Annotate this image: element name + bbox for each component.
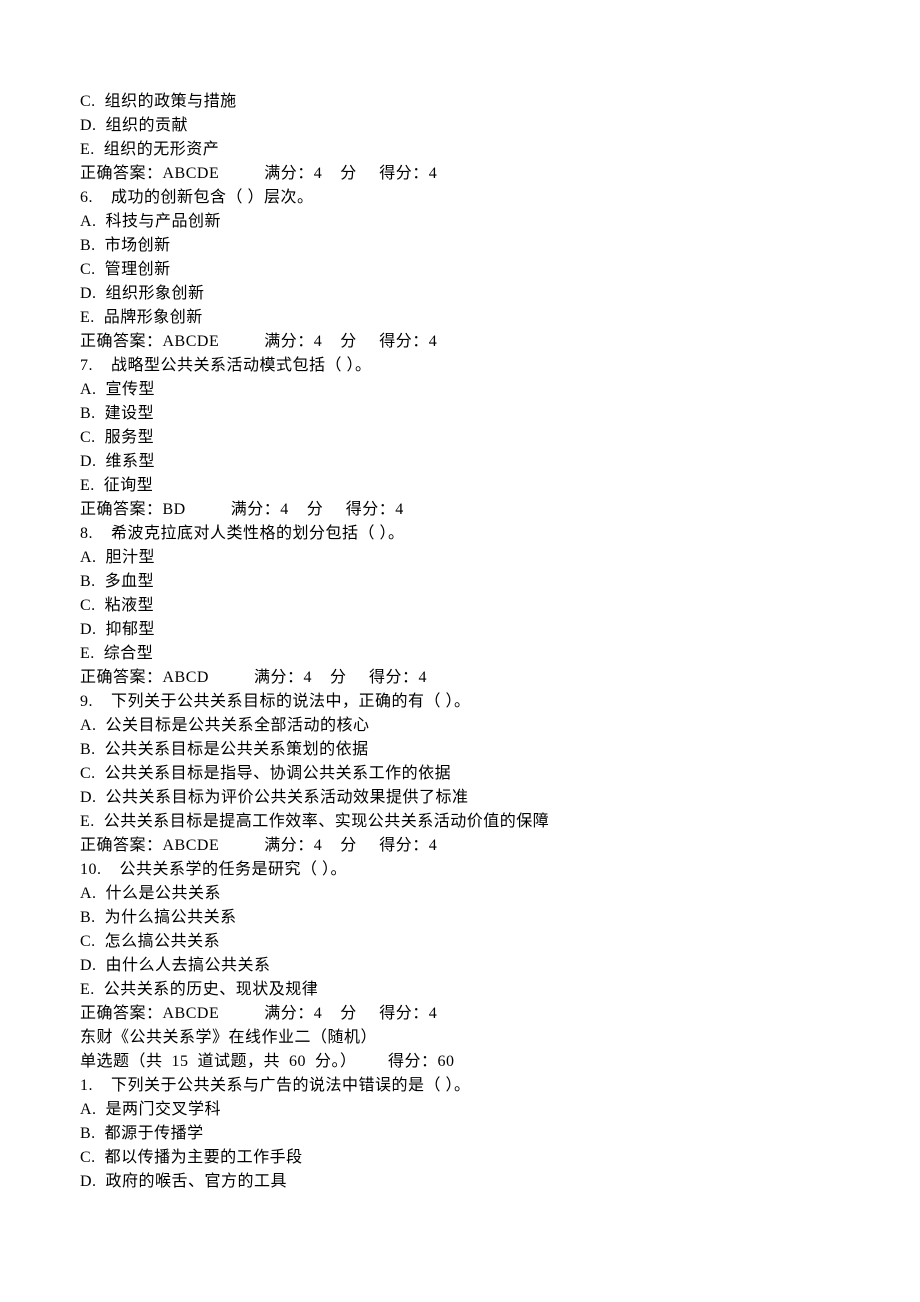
answer-line: 正确答案：ABCD 满分：4 分 得分：4	[80, 666, 840, 690]
text-line: E. 综合型	[80, 642, 840, 666]
question-line: 6. 成功的创新包含（ ）层次。	[80, 186, 840, 210]
text-line: A. 宣传型	[80, 378, 840, 402]
answer-line: 正确答案：ABCDE 满分：4 分 得分：4	[80, 162, 840, 186]
text-line: A. 科技与产品创新	[80, 210, 840, 234]
question-line: 8. 希波克拉底对人类性格的划分包括（ ）。	[80, 522, 840, 546]
text-line: D. 抑郁型	[80, 618, 840, 642]
question-line: 7. 战略型公共关系活动模式包括（ ）。	[80, 354, 840, 378]
text-line: E. 公共关系的历史、现状及规律	[80, 978, 840, 1002]
question-line: 9. 下列关于公共关系目标的说法中，正确的有（ ）。	[80, 690, 840, 714]
text-line: C. 服务型	[80, 426, 840, 450]
section-info: 单选题（共 15 道试题，共 60 分。） 得分：60	[80, 1050, 840, 1074]
text-line: E. 公共关系目标是提高工作效率、实现公共关系活动价值的保障	[80, 810, 840, 834]
text-line: B. 市场创新	[80, 234, 840, 258]
text-line: E. 征询型	[80, 474, 840, 498]
text-line: B. 为什么搞公共关系	[80, 906, 840, 930]
text-line: C. 粘液型	[80, 594, 840, 618]
text-line: B. 公共关系目标是公共关系策划的依据	[80, 738, 840, 762]
text-line: C. 怎么搞公共关系	[80, 930, 840, 954]
text-line: C. 组织的政策与措施	[80, 90, 840, 114]
text-line: A. 是两门交叉学科	[80, 1098, 840, 1122]
question-line: 1. 下列关于公共关系与广告的说法中错误的是（ ）。	[80, 1074, 840, 1098]
text-line: C. 都以传播为主要的工作手段	[80, 1146, 840, 1170]
section-title: 东财《公共关系学》在线作业二（随机）	[80, 1026, 840, 1050]
text-line: C. 公共关系目标是指导、协调公共关系工作的依据	[80, 762, 840, 786]
question-line: 10. 公共关系学的任务是研究（ ）。	[80, 858, 840, 882]
text-line: B. 建设型	[80, 402, 840, 426]
text-line: D. 组织的贡献	[80, 114, 840, 138]
text-line: D. 组织形象创新	[80, 282, 840, 306]
text-line: A. 胆汁型	[80, 546, 840, 570]
answer-line: 正确答案：ABCDE 满分：4 分 得分：4	[80, 330, 840, 354]
answer-line: 正确答案：BD 满分：4 分 得分：4	[80, 498, 840, 522]
answer-line: 正确答案：ABCDE 满分：4 分 得分：4	[80, 834, 840, 858]
text-line: D. 政府的喉舌、官方的工具	[80, 1170, 840, 1194]
text-line: A. 什么是公共关系	[80, 882, 840, 906]
text-line: D. 由什么人去搞公共关系	[80, 954, 840, 978]
text-line: E. 品牌形象创新	[80, 306, 840, 330]
text-line: C. 管理创新	[80, 258, 840, 282]
text-line: D. 公共关系目标为评价公共关系活动效果提供了标准	[80, 786, 840, 810]
text-line: B. 都源于传播学	[80, 1122, 840, 1146]
text-line: D. 维系型	[80, 450, 840, 474]
answer-line: 正确答案：ABCDE 满分：4 分 得分：4	[80, 1002, 840, 1026]
text-line: A. 公关目标是公共关系全部活动的核心	[80, 714, 840, 738]
text-line: E. 组织的无形资产	[80, 138, 840, 162]
document-page: C. 组织的政策与措施 D. 组织的贡献 E. 组织的无形资产 正确答案：ABC…	[0, 0, 920, 1302]
text-line: B. 多血型	[80, 570, 840, 594]
